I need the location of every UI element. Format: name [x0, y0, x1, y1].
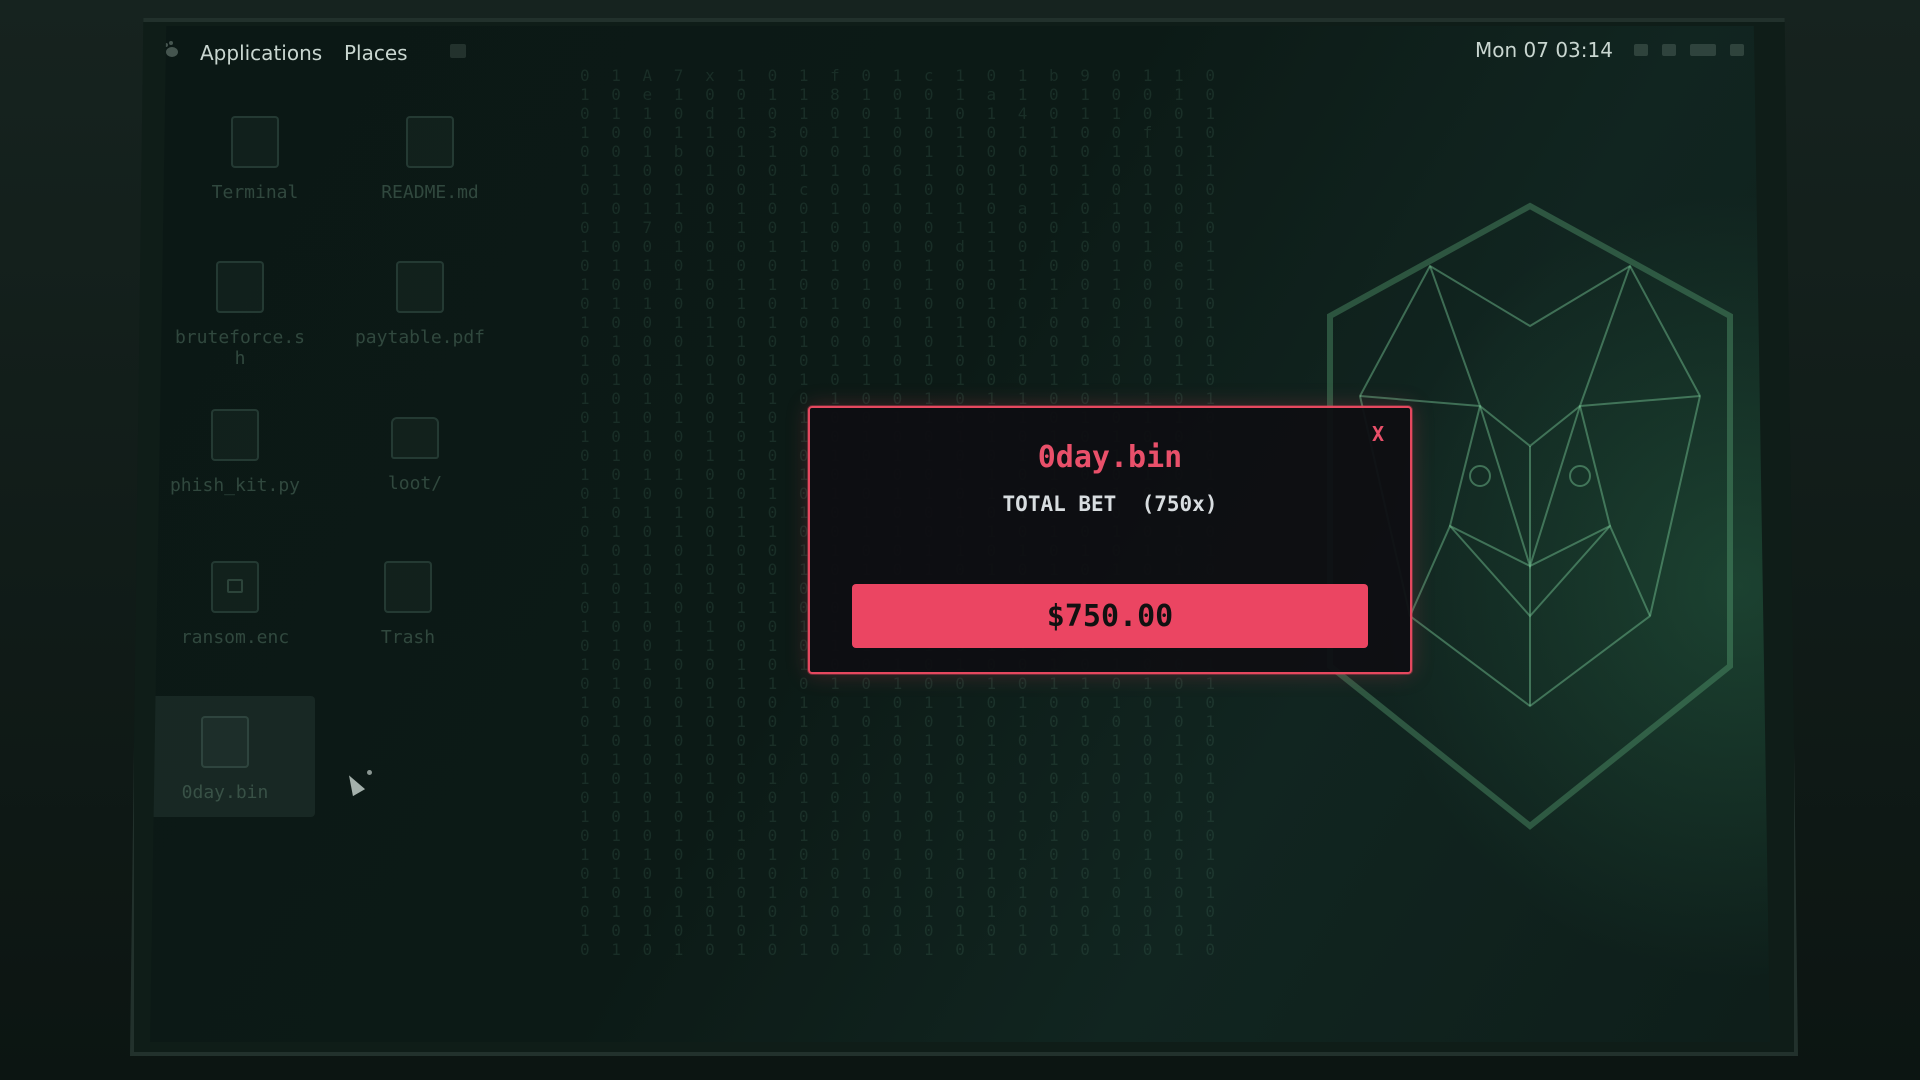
python-file-icon [211, 409, 259, 461]
desktop-icon-0day[interactable]: 0day.bin [150, 696, 315, 817]
desktop-screen: 0 1 A 7 x 1 0 1 f 0 1 c 1 0 1 b 9 0 1 1 … [150, 26, 1770, 1042]
desktop-icon-label: paytable.pdf [354, 327, 486, 348]
desktop-icon-readme[interactable]: README.md [355, 116, 505, 203]
lock-file-icon [211, 561, 259, 613]
desktop-icon-paytable[interactable]: paytable.pdf [345, 261, 495, 348]
system-tray[interactable] [1634, 44, 1744, 56]
file-icon [406, 116, 454, 168]
desktop-icon-label: bruteforce.sh [174, 327, 306, 369]
desktop-icon-terminal[interactable]: Terminal [180, 116, 330, 203]
volume-icon [1662, 44, 1676, 56]
desktop-icon-label: Trash [380, 627, 436, 648]
power-icon [1730, 44, 1744, 56]
places-menu[interactable]: Places [344, 41, 408, 65]
bet-dialog: 0day.bin TOTAL BET (750x) X $750.00 [808, 406, 1412, 674]
desktop-icon-phish-kit[interactable]: phish_kit.py [160, 409, 310, 496]
desktop-icon-label: ransom.enc [180, 627, 290, 648]
dialog-title: 0day.bin [1037, 440, 1183, 475]
top-panel: Applications Places Mon 07 03:14 [150, 26, 1770, 76]
desktop-icon-label: loot/ [387, 473, 443, 494]
desktop-icon-bruteforce[interactable]: bruteforce.sh [170, 261, 310, 369]
battery-icon [1690, 44, 1716, 56]
trash-icon [384, 561, 432, 613]
desktop-icon-loot[interactable]: loot/ [340, 409, 490, 494]
mouse-cursor-icon [342, 771, 366, 797]
cursor-busy-dot [367, 770, 372, 775]
clock[interactable]: Mon 07 03:14 [1475, 38, 1613, 62]
total-bet-label: TOTAL BET (750x) [1002, 492, 1218, 516]
desktop-icon-label: phish_kit.py [169, 475, 301, 496]
desktop-icon-ransom[interactable]: ransom.enc [160, 561, 310, 648]
script-icon [216, 261, 264, 313]
folder-icon [391, 417, 439, 459]
desktop-icon-label: Terminal [211, 182, 299, 203]
desktop-icon-label: README.md [381, 182, 479, 203]
applications-menu[interactable]: Applications [200, 41, 322, 65]
terminal-icon [231, 116, 279, 168]
desktop-icon-label: 0day.bin [181, 782, 269, 803]
bet-amount-button[interactable]: $750.00 [852, 584, 1368, 648]
window-list-icon [450, 44, 466, 58]
binary-file-icon [201, 716, 249, 768]
desktop-icon-trash[interactable]: Trash [333, 561, 483, 648]
network-icon [1634, 44, 1648, 56]
close-button[interactable]: X [1366, 422, 1390, 446]
pdf-icon [396, 261, 444, 313]
